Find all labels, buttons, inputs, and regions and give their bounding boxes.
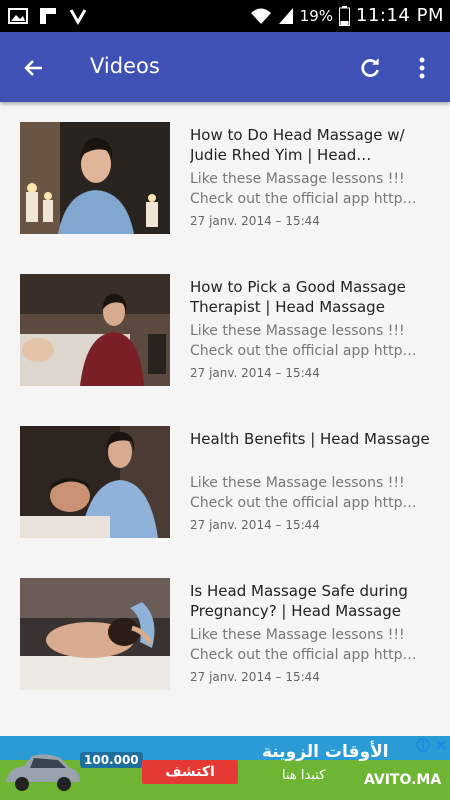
refresh-button[interactable] (352, 50, 388, 86)
ad-banner[interactable]: 100.000 اكتشف الأوقات الزوينة كتبدا هنا … (0, 736, 450, 800)
video-description: Like these Massage lessons !!! (190, 323, 405, 339)
arrow-left-icon (24, 60, 42, 76)
avito-logo: AVITO.MA (364, 772, 442, 788)
check-icon (69, 9, 87, 25)
video-title[interactable]: How to Pick a Good Massage Therapist | H… (190, 277, 440, 317)
video-date: 27 janv. 2014 – 15:44 (190, 366, 320, 380)
more-vert-icon (419, 57, 425, 79)
battery-icon (339, 5, 351, 26)
page-title: Videos (90, 54, 160, 78)
app-bar: Videos (0, 32, 450, 102)
ad-price: 100.000 (80, 752, 143, 768)
video-thumbnail[interactable] (20, 578, 170, 690)
video-item[interactable]: How to Do Head Massage w/ Judie Rhed Yim… (0, 102, 450, 252)
video-description: Check out the official app http… (190, 343, 417, 359)
ad-divider (0, 726, 450, 736)
video-description: Check out the official app http… (190, 191, 417, 207)
video-title[interactable]: How to Do Head Massage w/ Judie Rhed Yim… (190, 125, 440, 165)
ad-subtitle: كتبدا هنا (282, 768, 326, 783)
back-button[interactable] (16, 50, 52, 86)
video-description: Like these Massage lessons !!! (190, 171, 405, 187)
video-description: Like these Massage lessons !!! (190, 475, 405, 491)
video-description: Check out the official app http… (190, 647, 417, 663)
video-thumbnail[interactable] (20, 122, 170, 234)
video-thumbnail[interactable] (20, 426, 170, 538)
video-title[interactable]: Is Head Massage Safe during Pregnancy? |… (190, 581, 440, 621)
refresh-icon (361, 58, 379, 77)
flipboard-icon (40, 8, 56, 24)
car-image (6, 754, 80, 791)
discover-button[interactable]: اكتشف (142, 760, 238, 784)
video-description: Like these Massage lessons !!! (190, 627, 405, 643)
info-icon[interactable] (416, 738, 430, 752)
video-item[interactable]: Is Head Massage Safe during Pregnancy? |… (0, 558, 450, 708)
video-description: Check out the official app http… (190, 495, 417, 511)
video-thumbnail[interactable] (20, 274, 170, 386)
video-list: How to Do Head Massage w/ Judie Rhed Yim… (0, 102, 450, 726)
ad-headline: الأوقات الزوينة (262, 742, 389, 762)
video-item[interactable]: Health Benefits | Head Massage Like thes… (0, 406, 450, 556)
video-date: 27 janv. 2014 – 15:44 (190, 214, 320, 228)
battery-percent: 19% (299, 6, 334, 25)
status-bar: 19% 11:14 PM (0, 0, 450, 32)
video-title[interactable]: Health Benefits | Head Massage (190, 429, 440, 449)
signal-icon (278, 7, 293, 24)
close-icon[interactable] (434, 738, 448, 752)
video-date: 27 janv. 2014 – 15:44 (190, 518, 320, 532)
video-item[interactable]: How to Pick a Good Massage Therapist | H… (0, 254, 450, 404)
more-options-button[interactable] (406, 50, 438, 86)
wifi-icon (250, 8, 271, 24)
gallery-icon (8, 8, 28, 24)
clock: 11:14 PM (356, 5, 444, 26)
video-date: 27 janv. 2014 – 15:44 (190, 670, 320, 684)
